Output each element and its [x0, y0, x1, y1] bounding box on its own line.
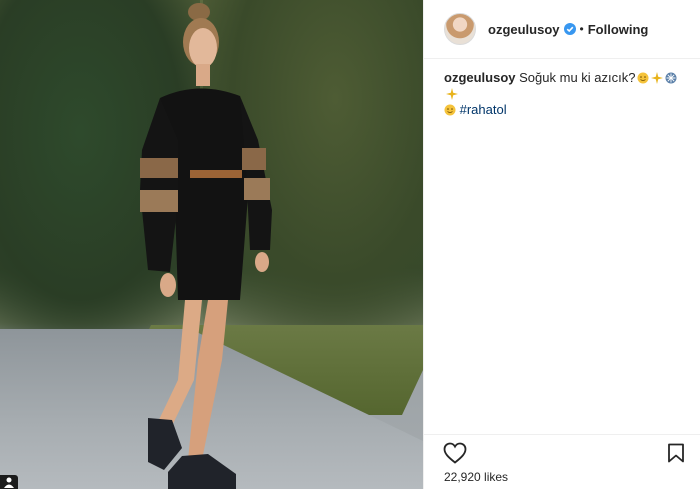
post-header: ozgeulusoy • Following: [424, 0, 700, 59]
avatar[interactable]: [444, 13, 476, 45]
post-actions: [424, 434, 700, 471]
sparkles-emoji-icon: [651, 72, 664, 84]
heart-icon[interactable]: [443, 442, 467, 464]
woman-figure: [140, 3, 272, 489]
snowflake-emoji-icon: [665, 72, 677, 84]
caption-username[interactable]: ozgeulusoy: [444, 70, 516, 85]
caption-text: Soğuk mu ki azıcık?: [519, 70, 636, 85]
hashtag-link[interactable]: #rahatol: [460, 102, 507, 117]
following-button[interactable]: Following: [588, 22, 649, 37]
likes-count[interactable]: 22,920 likes: [444, 470, 508, 484]
verified-badge-icon: [563, 23, 576, 35]
bookmark-icon[interactable]: [667, 443, 685, 463]
post-caption: ozgeulusoy Soğuk mu ki azıcık? #rahatol: [444, 70, 689, 118]
separator-dot: •: [579, 22, 584, 36]
post-sidebar: ozgeulusoy • Following ozgeulusoy Soğuk …: [423, 0, 700, 489]
username-link[interactable]: ozgeulusoy: [488, 22, 560, 37]
post-photo[interactable]: [0, 0, 423, 489]
smile-emoji-icon: [637, 72, 649, 84]
user-tag-icon[interactable]: [0, 475, 18, 489]
sparkles-emoji-icon: [446, 88, 458, 100]
smile-emoji-icon: [444, 104, 456, 116]
